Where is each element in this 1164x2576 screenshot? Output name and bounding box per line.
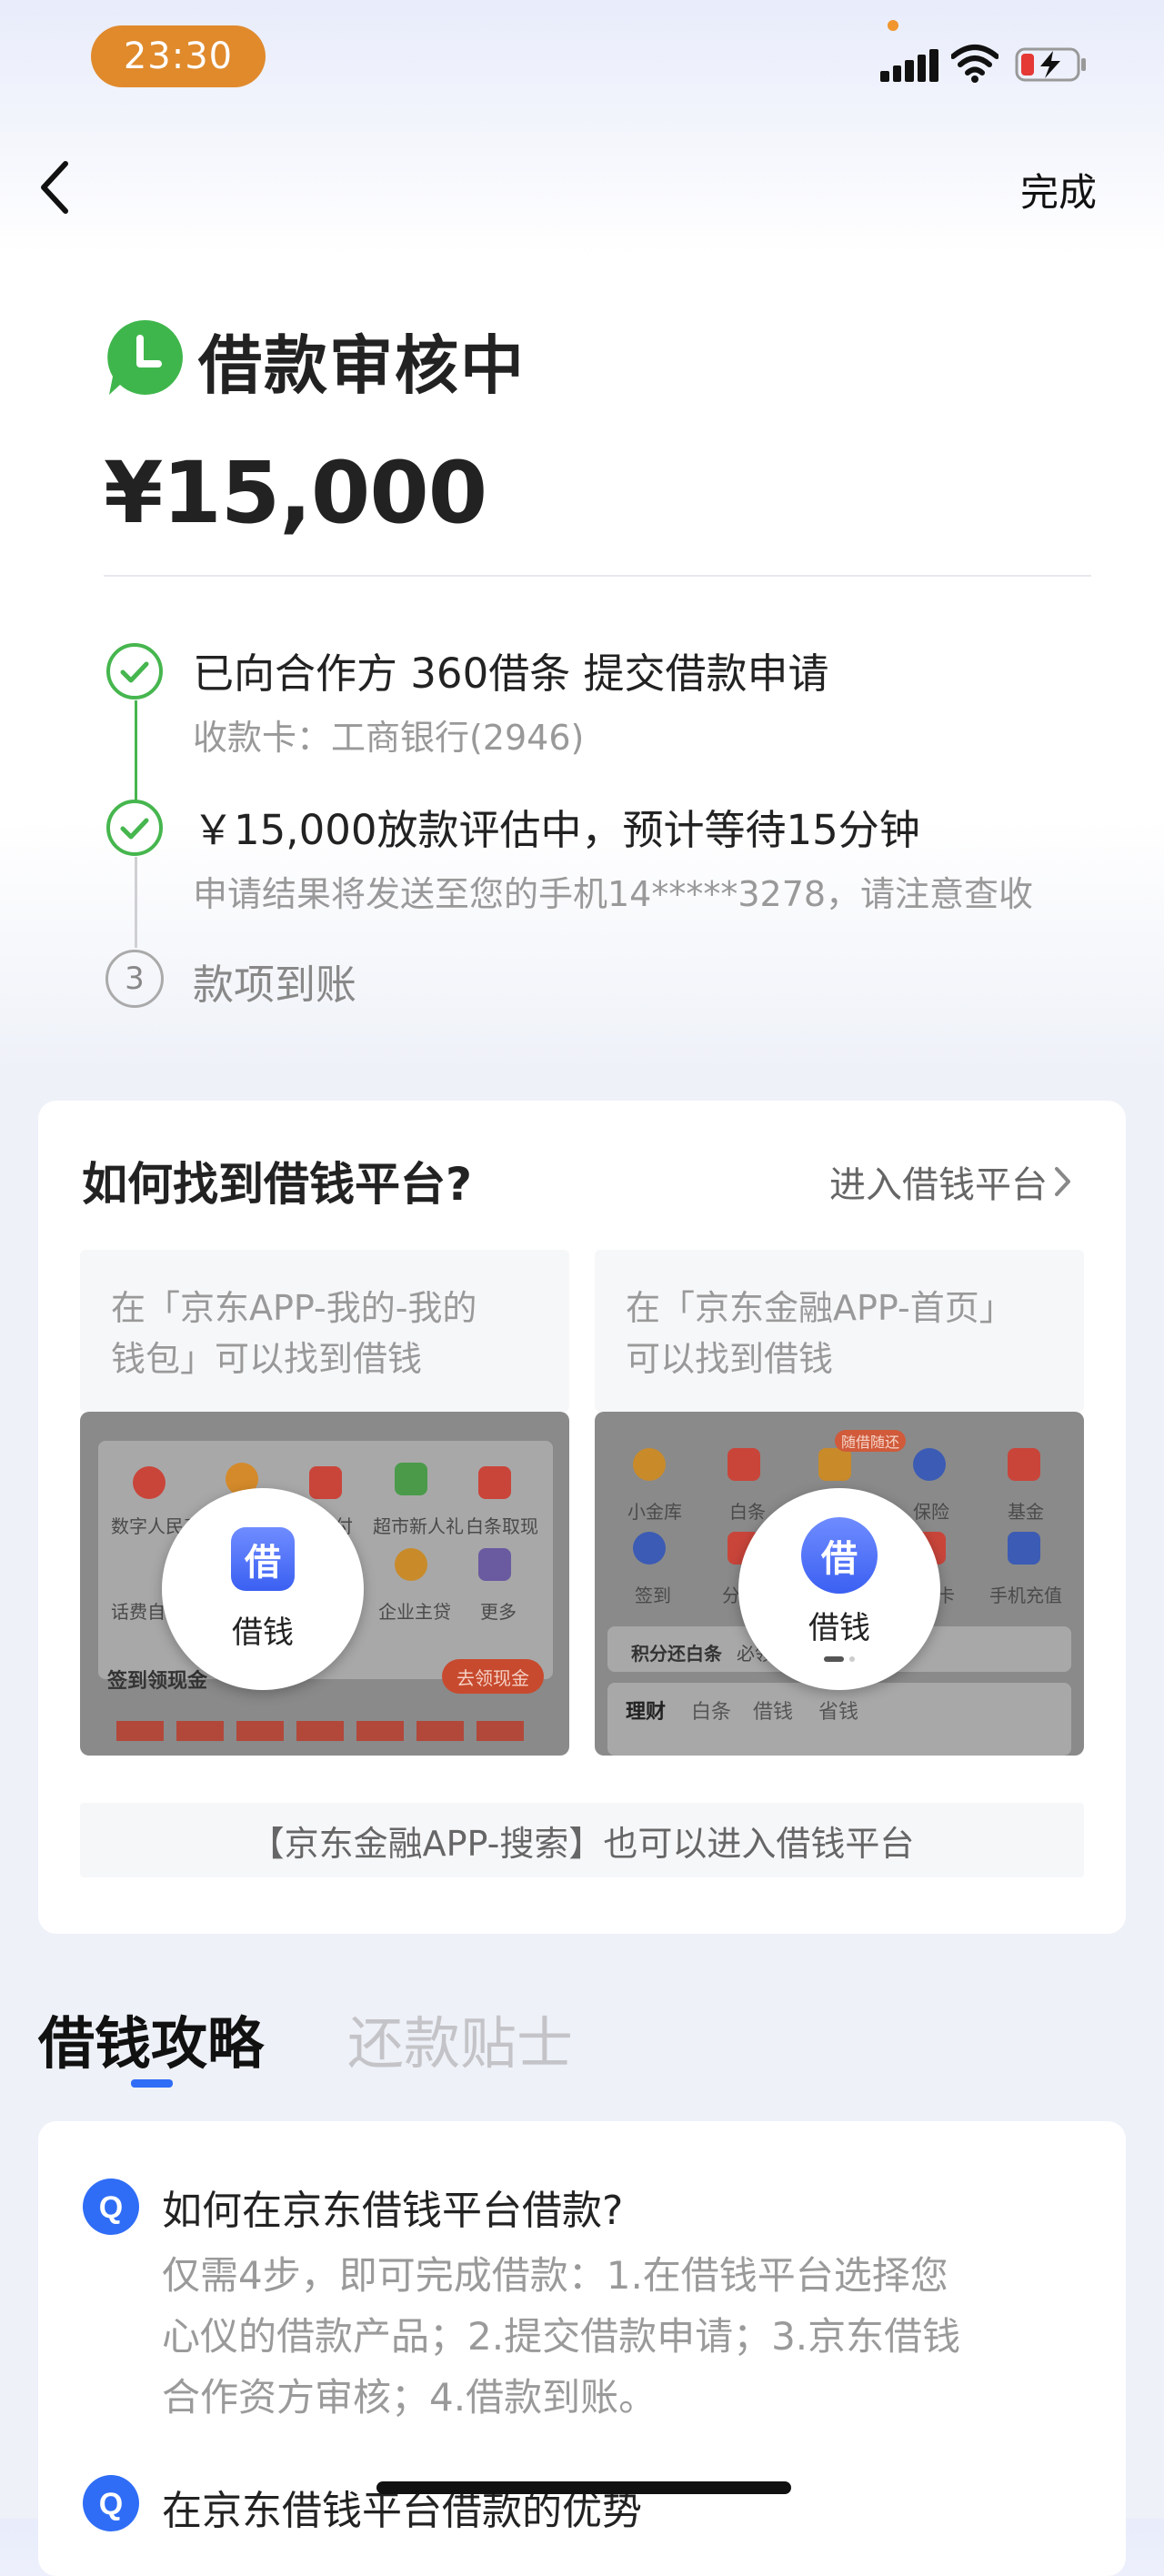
battery-charging-icon: [1015, 47, 1086, 82]
privacy-indicator-dot: [888, 20, 898, 31]
jd-finance-screenshot: 随借随还 小金库 白条 保险 基金 签到 分 卡 手机充值 积分还白条 必领 理…: [595, 1412, 1084, 1756]
enter-platform-link[interactable]: 进入借钱平台: [829, 1155, 1073, 1208]
step-1-subtitle: 收款卡：工商银行(2946): [193, 718, 585, 758]
step-3-title: 款项到账: [193, 961, 357, 1009]
mini-badge: 随借随还: [835, 1430, 906, 1452]
mini-label: 话费自: [111, 1601, 166, 1623]
enter-platform-label: 进入借钱平台: [829, 1164, 1048, 1206]
mini-tab: 白条: [691, 1701, 732, 1724]
mini-tab: 理财: [626, 1701, 667, 1724]
mini-label: 积分还白条: [631, 1643, 722, 1665]
mini-label: 签到: [635, 1585, 671, 1606]
timeline-connector: [135, 857, 137, 948]
loan-entry-label: 借钱: [808, 1609, 870, 1646]
loan-icon: 借: [231, 1526, 295, 1591]
mini-tab: 借钱: [753, 1701, 794, 1724]
loan-icon: 借: [801, 1516, 878, 1594]
mini-label: 签到领现金: [107, 1670, 208, 1693]
faq-answer-line: 心仪的借款产品；2.提交借款申请；3.京东借钱: [162, 2314, 961, 2359]
svg-text:Q: Q: [99, 2190, 123, 2225]
step-done-check-icon: [106, 800, 163, 856]
search-tip: 【京东金融APP-搜索】也可以进入借钱平台: [80, 1803, 1084, 1877]
mini-label: 白条: [729, 1501, 766, 1523]
tab-repayment-tips[interactable]: 还款贴士: [347, 1997, 573, 2079]
step-3-number: 3: [105, 950, 164, 1008]
mini-label: 白条取现: [466, 1515, 538, 1537]
step-2-subtitle: 申请结果将发送至您的手机14*****3278，请注意查收: [193, 874, 1034, 914]
home-indicator[interactable]: [376, 2481, 791, 2494]
timeline-connector: [135, 700, 137, 802]
divider: [104, 575, 1091, 577]
tab-loan-guide[interactable]: 借钱攻略: [38, 1997, 264, 2079]
mini-label: 更多: [480, 1601, 517, 1623]
guide-caption-line: 可以找到借钱: [626, 1339, 834, 1379]
faq-question[interactable]: 如何在京东借钱平台借款?: [162, 2178, 623, 2236]
question-icon: Q: [83, 2179, 139, 2235]
step-done-check-icon: [106, 643, 163, 699]
status-time: 23:30: [91, 25, 266, 87]
carousel-dots: [824, 1655, 855, 1662]
mini-label: 超市新人礼: [373, 1515, 464, 1537]
done-button[interactable]: 完成: [1020, 162, 1097, 217]
loan-amount: ¥15,000: [104, 444, 487, 543]
mini-label: 保险: [913, 1501, 949, 1523]
loan-entry-bubble: 借 借钱: [738, 1488, 940, 1690]
back-icon[interactable]: [36, 158, 73, 216]
mini-decor-row: [116, 1721, 535, 1741]
active-tab-indicator: [131, 2079, 173, 2088]
wifi-icon: [951, 45, 998, 83]
mini-tab: 省钱: [818, 1701, 859, 1724]
pending-clock-icon: [107, 319, 183, 395]
loan-entry-bubble: 借 借钱: [162, 1488, 364, 1690]
faq-answer-line: 仅需4步，即可完成借款：1.在借钱平台选择您: [162, 2253, 948, 2298]
mini-label: 小金库: [627, 1501, 682, 1523]
question-icon: Q: [83, 2475, 139, 2531]
mini-label: 企业主贷: [378, 1601, 451, 1623]
mini-claim-button: 去领现金: [442, 1659, 544, 1694]
guide-caption-line: 在「京东APP-我的-我的: [111, 1288, 477, 1328]
guide-caption-line: 在「京东金融APP-首页」: [626, 1288, 1014, 1328]
cellular-signal-icon: [880, 45, 938, 82]
chevron-right-icon: [1055, 1167, 1070, 1196]
mini-label: 分: [722, 1585, 740, 1606]
card-title: 如何找到借钱平台?: [82, 1158, 473, 1211]
page-title: 借款审核中: [198, 328, 526, 403]
step-2-title: ￥15,000放款评估中，预计等待15分钟: [193, 806, 920, 854]
mini-label: 手机充值: [989, 1585, 1062, 1606]
svg-text:Q: Q: [99, 2487, 123, 2521]
step-1-title: 已向合作方 360借条 提交借款申请: [193, 649, 829, 698]
jd-app-screenshot: 数字人民币 付 超市新人礼 白条取现 话费自 企业主贷 更多 签到领现金 去领现…: [80, 1412, 569, 1756]
faq-answer-line: 合作资方审核；4.借款到账。: [162, 2375, 657, 2420]
guide-caption-line: 钱包」可以找到借钱: [111, 1339, 423, 1379]
loan-entry-label: 借钱: [232, 1614, 294, 1651]
mini-label: 基金: [1008, 1501, 1044, 1523]
